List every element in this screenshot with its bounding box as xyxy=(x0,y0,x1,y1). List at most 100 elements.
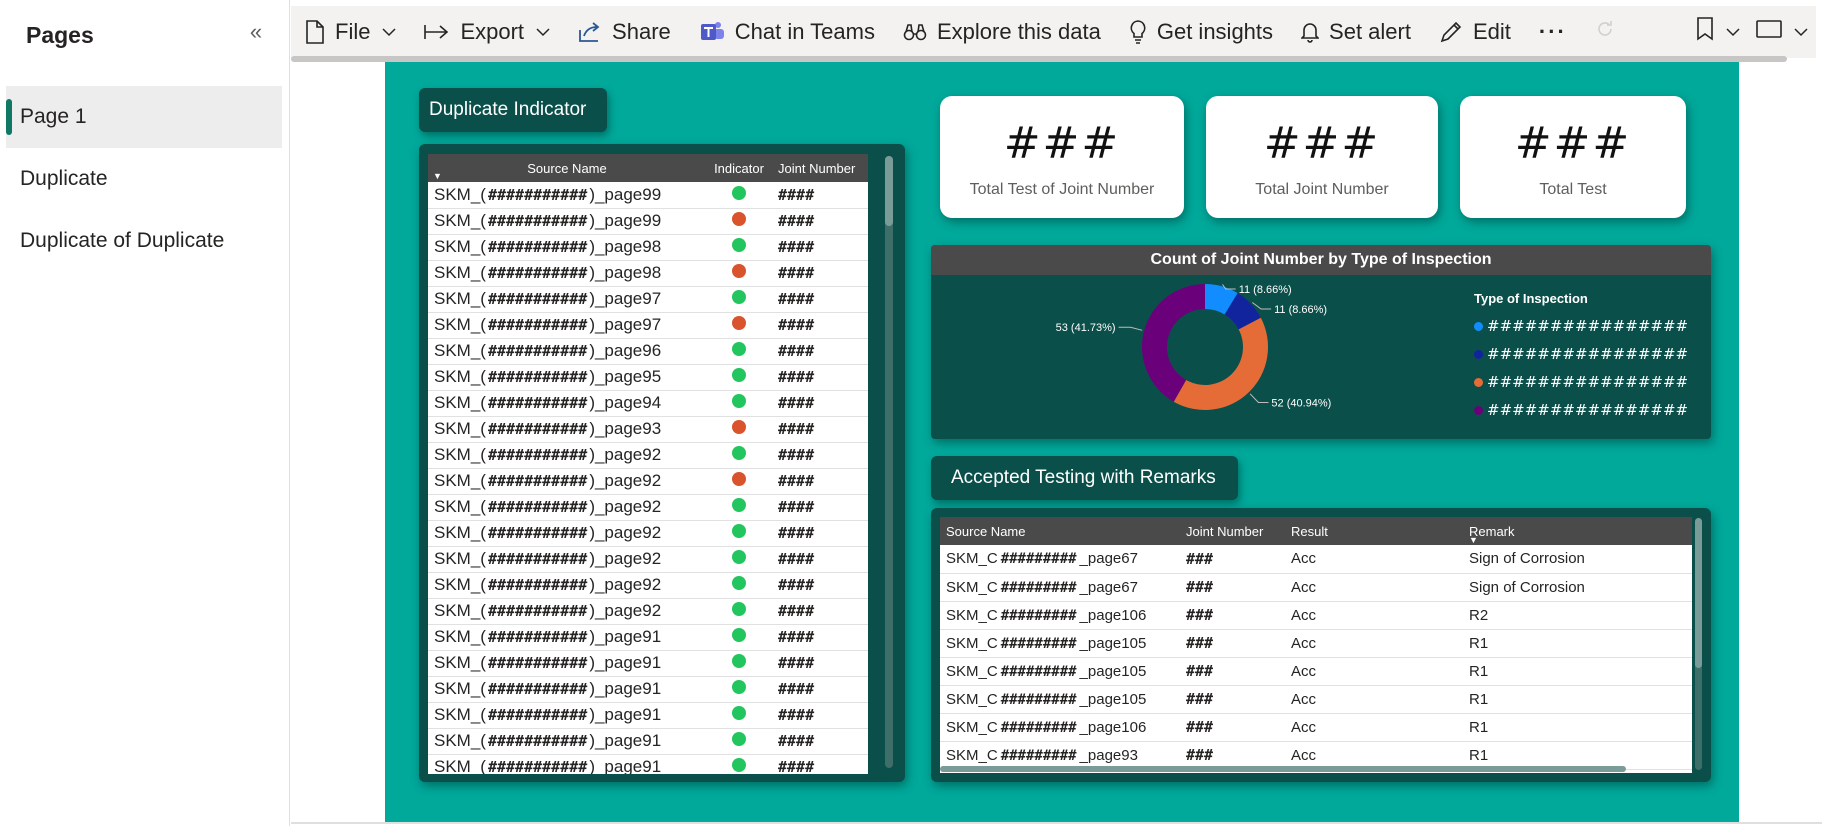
scrollbar-thumb[interactable] xyxy=(885,156,893,226)
source-masked: ########### xyxy=(487,212,588,230)
table-row[interactable]: SKM_C ######### _page67 ### Acc Sign of Corro… xyxy=(940,573,1692,602)
column-header-remark[interactable]: Remark ▼ xyxy=(1463,517,1692,545)
table-row[interactable]: SKM_(###########)_page99 #### xyxy=(428,182,868,209)
view-button[interactable] xyxy=(1748,6,1816,58)
chat-in-teams-button[interactable]: Chat in Teams xyxy=(685,6,889,58)
refresh-button[interactable] xyxy=(1581,6,1629,58)
table-row[interactable]: SKM_(###########)_page99 #### xyxy=(428,208,868,235)
data-label: 53 (41.73%) xyxy=(1056,322,1116,334)
column-header-joint-number[interactable]: Joint Number xyxy=(772,154,868,182)
table-row[interactable]: SKM_C ######### _page105 ### Acc R1 xyxy=(940,629,1692,658)
source-name-cell: SKM_C ######### _page106 xyxy=(940,713,1180,742)
source-name-cell: SKM_(###########)_page99 xyxy=(428,208,706,235)
result-cell: Acc xyxy=(1285,573,1463,602)
source-masked: ########### xyxy=(487,238,588,256)
source-name-cell: SKM_(###########)_page92 xyxy=(428,546,706,573)
table-row[interactable]: SKM_(###########)_page91 #### xyxy=(428,624,868,651)
file-menu-button[interactable]: File xyxy=(291,6,410,58)
table-row[interactable]: SKM_(###########)_page91 #### xyxy=(428,650,868,677)
data-label: 11 (8.66%) xyxy=(1239,284,1292,296)
legend-item[interactable]: ################ xyxy=(1474,368,1688,396)
more-options-icon: ··· xyxy=(1538,19,1567,44)
source-prefix: SKM_( xyxy=(434,575,486,594)
table-row[interactable]: SKM_(###########)_page92 #### xyxy=(428,494,868,521)
result-cell: Acc xyxy=(1285,601,1463,630)
chat-in-teams-label: Chat in Teams xyxy=(734,19,875,44)
red-status-dot xyxy=(732,420,746,434)
page-item-page-1[interactable]: Page 1 xyxy=(6,86,282,148)
table-row[interactable]: SKM_C ######### _page93 ### Acc R1 xyxy=(940,741,1692,770)
column-header-indicator[interactable]: Indicator xyxy=(706,154,772,182)
share-button[interactable]: Share xyxy=(564,6,685,58)
export-menu-button[interactable]: Export xyxy=(410,6,564,58)
duplicate-indicator-table-viewport: Source Name ▼ Indicator Joint Number SKM… xyxy=(428,154,868,774)
table-row[interactable]: SKM_(###########)_page92 #### xyxy=(428,598,868,625)
bookmark-button[interactable] xyxy=(1688,6,1748,58)
kpi-card-total-joint-number: ### Total Joint Number xyxy=(1206,96,1438,218)
table-row[interactable]: SKM_C ######### _page106 ### Acc R1 xyxy=(940,713,1692,742)
page-item-duplicate-of-duplicate[interactable]: Duplicate of Duplicate xyxy=(6,210,282,272)
source-prefix: SKM_( xyxy=(434,341,486,360)
source-suffix: )_page93 xyxy=(589,419,662,438)
table-row[interactable]: SKM_(###########)_page95 #### xyxy=(428,364,868,391)
collapse-pane-icon[interactable]: « xyxy=(240,18,272,48)
more-options-button[interactable]: ··· xyxy=(1525,6,1581,58)
column-header-joint-number[interactable]: Joint Number xyxy=(1180,517,1285,545)
table-row[interactable]: SKM_(###########)_page91 #### xyxy=(428,728,868,755)
source-name-cell: SKM_(###########)_page94 xyxy=(428,390,706,417)
table-row[interactable]: SKM_(###########)_page91 #### xyxy=(428,754,868,774)
table-row[interactable]: SKM_C ######### _page105 ### Acc R1 xyxy=(940,685,1692,714)
joint-number-cell: #### xyxy=(772,416,868,443)
indicator-cell xyxy=(706,286,772,313)
joint-number-cell: #### xyxy=(772,702,868,729)
table-row[interactable]: SKM_(###########)_page98 #### xyxy=(428,234,868,261)
indicator-cell xyxy=(706,364,772,391)
table-row[interactable]: SKM_(###########)_page92 #### xyxy=(428,520,868,547)
edit-button[interactable]: Edit xyxy=(1425,6,1525,58)
table-row[interactable]: SKM_(###########)_page93 #### xyxy=(428,416,868,443)
vertical-scrollbar[interactable] xyxy=(885,156,893,768)
joint-number-cell: #### xyxy=(772,546,868,573)
donut-chart[interactable]: 11 (8.66%) 11 (8.66%) 52 (40.94%) 53 (41.73… xyxy=(931,277,1391,437)
horizontal-scrollbar-thumb[interactable] xyxy=(940,766,1626,772)
column-header-source-name[interactable]: Source Name ▼ xyxy=(428,154,706,182)
legend-item[interactable]: ################ xyxy=(1474,396,1688,424)
green-status-dot xyxy=(732,550,746,564)
result-cell: Acc xyxy=(1285,657,1463,686)
remark-cell: R1 xyxy=(1463,713,1692,742)
legend-label: ################ xyxy=(1487,401,1689,419)
source-suffix: )_page97 xyxy=(589,289,662,308)
column-header-source-name[interactable]: Source Name xyxy=(940,517,1180,545)
get-insights-button[interactable]: Get insights xyxy=(1115,6,1287,58)
table-row[interactable]: SKM_(###########)_page97 #### xyxy=(428,312,868,339)
table-row[interactable]: SKM_(###########)_page94 #### xyxy=(428,390,868,417)
table-row[interactable]: SKM_(###########)_page92 #### xyxy=(428,468,868,495)
set-alert-button[interactable]: Set alert xyxy=(1287,6,1425,58)
table-row[interactable]: SKM_(###########)_page97 #### xyxy=(428,286,868,313)
scrollbar-thumb[interactable] xyxy=(1695,518,1702,668)
source-name-cell: SKM_(###########)_page99 xyxy=(428,182,706,209)
source-suffix: )_page99 xyxy=(589,211,662,230)
table-row[interactable]: SKM_(###########)_page91 #### xyxy=(428,702,868,729)
kpi-label: Total Joint Number xyxy=(1255,181,1389,198)
sort-down-icon: ▼ xyxy=(433,171,442,181)
table-row[interactable]: SKM_(###########)_page98 #### xyxy=(428,260,868,287)
column-header-result[interactable]: Result xyxy=(1285,517,1463,545)
source-prefix: SKM_( xyxy=(434,627,486,646)
source-prefix: SKM_( xyxy=(434,653,486,672)
table-row[interactable]: SKM_C ######### _page67 ### Acc Sign of Corro… xyxy=(940,545,1692,574)
table-row[interactable]: SKM_(###########)_page96 #### xyxy=(428,338,868,365)
page-item-duplicate[interactable]: Duplicate xyxy=(6,148,282,210)
donut-slice[interactable] xyxy=(1173,317,1268,410)
indicator-cell xyxy=(706,676,772,703)
explore-data-button[interactable]: Explore this data xyxy=(889,6,1115,58)
table-row[interactable]: SKM_(###########)_page92 #### xyxy=(428,442,868,469)
legend-item[interactable]: ################ xyxy=(1474,312,1688,340)
table-row[interactable]: SKM_(###########)_page91 #### xyxy=(428,676,868,703)
legend-item[interactable]: ################ xyxy=(1474,340,1688,368)
table-row[interactable]: SKM_C ######### _page105 ### Acc R1 xyxy=(940,657,1692,686)
table-row[interactable]: SKM_(###########)_page92 #### xyxy=(428,546,868,573)
source-prefix: SKM_( xyxy=(434,731,486,750)
table-row[interactable]: SKM_C ######### _page106 ### Acc R2 xyxy=(940,601,1692,630)
table-row[interactable]: SKM_(###########)_page92 #### xyxy=(428,572,868,599)
